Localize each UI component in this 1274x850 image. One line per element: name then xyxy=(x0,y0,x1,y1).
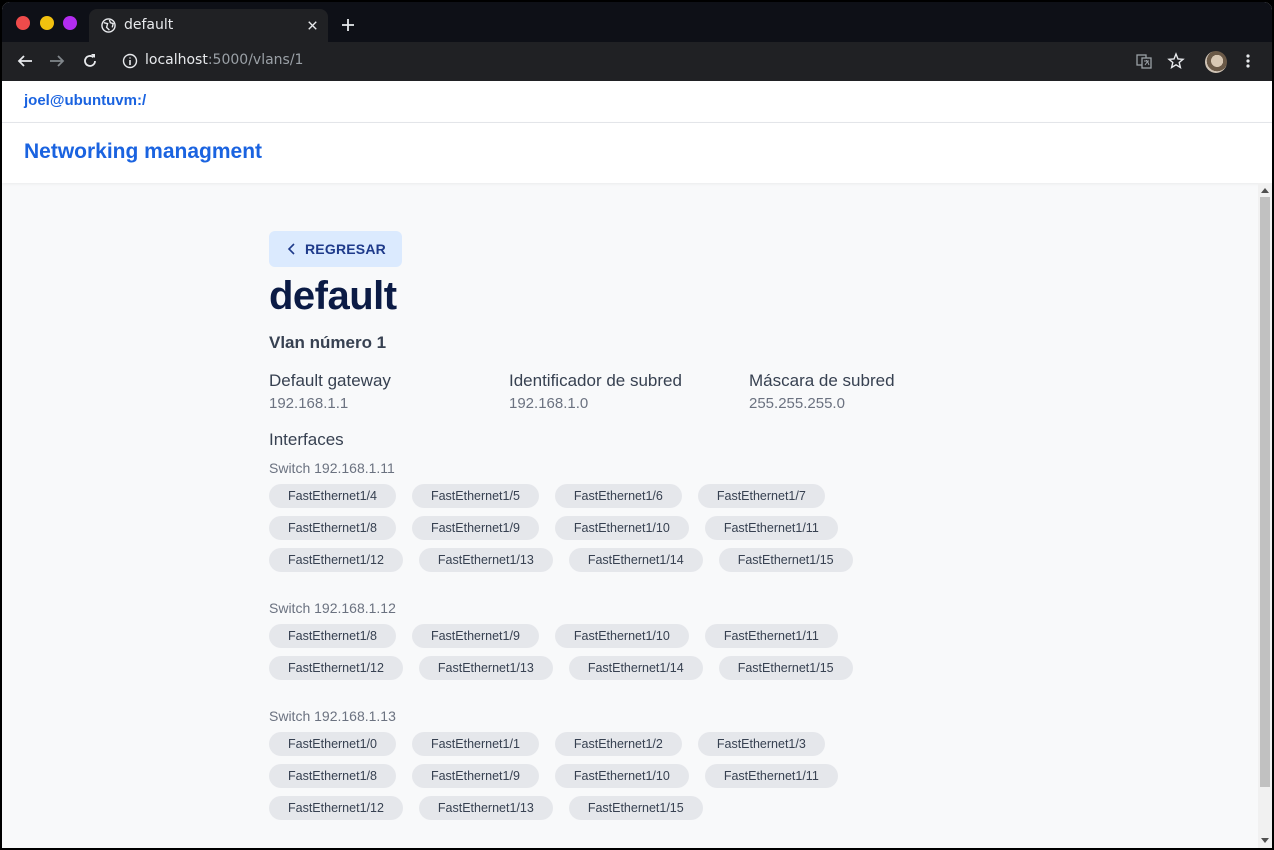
interface-chip-list: FastEthernet1/8 FastEthernet1/9 FastEthern… xyxy=(269,624,889,688)
close-window-button[interactable] xyxy=(16,16,30,30)
interface-chip[interactable]: FastEthernet1/12 xyxy=(269,548,403,572)
top-bar: joel@ubuntuvm:/ xyxy=(2,81,1272,123)
reload-icon[interactable] xyxy=(81,52,99,70)
back-button[interactable]: REGRESAR xyxy=(269,231,402,267)
page-scrollbar[interactable] xyxy=(1258,183,1272,848)
scroll-thumb[interactable] xyxy=(1260,197,1270,787)
interface-chip[interactable]: FastEthernet1/10 xyxy=(554,516,689,540)
interface-chip-list: FastEthernet1/4 FastEthernet1/5 FastEthern… xyxy=(269,484,889,580)
chevron-left-icon xyxy=(287,243,295,255)
back-arrow-icon[interactable] xyxy=(16,52,34,70)
app-header: Networking managment xyxy=(2,123,1272,183)
prop-value: 255.255.255.0 xyxy=(749,395,845,412)
interface-chip[interactable]: FastEthernet1/14 xyxy=(568,548,703,572)
interface-chip[interactable]: FastEthernet1/8 xyxy=(269,764,396,788)
interface-chip[interactable]: FastEthernet1/11 xyxy=(704,516,838,540)
page-title: default xyxy=(269,274,397,318)
switch-block: Switch 192.168.1.13 FastEthernet1/0 FastEt… xyxy=(269,708,989,828)
interface-chip[interactable]: FastEthernet1/12 xyxy=(269,796,403,820)
interface-chip[interactable]: FastEthernet1/11 xyxy=(704,764,838,788)
forward-arrow-icon[interactable] xyxy=(48,52,66,70)
page-viewport: joel@ubuntuvm:/ Networking managment REG… xyxy=(2,81,1272,848)
close-icon[interactable] xyxy=(305,18,320,33)
vlan-number: Vlan número 1 xyxy=(269,333,387,352)
back-button-label: REGRESAR xyxy=(305,241,386,257)
interface-chip[interactable]: FastEthernet1/9 xyxy=(411,516,539,540)
interface-chip[interactable]: FastEthernet1/0 xyxy=(269,732,396,756)
interface-chip[interactable]: FastEthernet1/1 xyxy=(411,732,539,756)
interface-chip[interactable]: FastEthernet1/11 xyxy=(704,624,838,648)
brand-title[interactable]: Networking managment xyxy=(24,140,262,164)
interface-chip[interactable]: FastEthernet1/10 xyxy=(554,624,689,648)
star-icon[interactable] xyxy=(1167,52,1185,70)
url-host: localhost xyxy=(145,52,208,68)
scroll-up-arrow[interactable] xyxy=(1261,188,1269,193)
switch-list: Switch 192.168.1.11 FastEthernet1/4 FastEt… xyxy=(269,460,989,828)
interface-chip[interactable]: FastEthernet1/15 xyxy=(568,796,703,820)
interface-chip[interactable]: FastEthernet1/9 xyxy=(411,624,539,648)
interface-chip[interactable]: FastEthernet1/8 xyxy=(269,516,396,540)
interface-chip[interactable]: FastEthernet1/13 xyxy=(418,796,553,820)
vlan-properties: Default gateway 192.168.1.1 Identificado… xyxy=(269,371,989,412)
vlan-detail: REGRESAR default Vlan número 1 Default g… xyxy=(269,231,989,828)
interface-chip[interactable]: FastEthernet1/14 xyxy=(568,656,703,680)
info-icon[interactable] xyxy=(122,53,138,69)
kebab-menu-icon[interactable] xyxy=(1239,52,1257,70)
interface-chip[interactable]: FastEthernet1/6 xyxy=(554,484,682,508)
interface-chip[interactable]: FastEthernet1/3 xyxy=(697,732,825,756)
prop-subnet-mask: Máscara de subred 255.255.255.0 xyxy=(749,371,989,412)
interface-chip[interactable]: FastEthernet1/15 xyxy=(718,656,853,680)
maximize-window-button[interactable] xyxy=(63,16,77,30)
switch-block: Switch 192.168.1.12 FastEthernet1/8 FastEt… xyxy=(269,600,989,688)
url-path: :5000/vlans/1 xyxy=(207,52,304,68)
interface-chip[interactable]: FastEthernet1/13 xyxy=(418,656,553,680)
switch-label: Switch 192.168.1.12 xyxy=(269,600,396,616)
prop-label: Identificador de subred xyxy=(509,371,682,390)
interface-chip[interactable]: FastEthernet1/13 xyxy=(418,548,553,572)
tab-title: default xyxy=(124,17,174,33)
browser-toolbar: localhost:5000/vlans/1 xyxy=(2,42,1272,81)
prop-value: 192.168.1.1 xyxy=(269,395,349,412)
translate-icon[interactable] xyxy=(1135,52,1153,70)
minimize-window-button[interactable] xyxy=(40,16,54,30)
interfaces-heading: Interfaces xyxy=(269,430,344,449)
prop-gateway: Default gateway 192.168.1.1 xyxy=(269,371,509,412)
interface-chip-list: FastEthernet1/0 FastEthernet1/1 FastEthern… xyxy=(269,732,889,828)
prop-label: Default gateway xyxy=(269,371,391,390)
prop-subnet-id: Identificador de subred 192.168.1.0 xyxy=(509,371,749,412)
globe-icon xyxy=(101,18,116,33)
profile-avatar[interactable] xyxy=(1205,51,1227,73)
interface-chip[interactable]: FastEthernet1/8 xyxy=(269,624,396,648)
interface-chip[interactable]: FastEthernet1/12 xyxy=(269,656,403,680)
address-bar[interactable]: localhost:5000/vlans/1 xyxy=(145,52,303,68)
browser-tab[interactable]: default xyxy=(89,9,328,42)
switch-label: Switch 192.168.1.13 xyxy=(269,708,396,724)
switch-label: Switch 192.168.1.11 xyxy=(269,460,395,476)
interface-chip[interactable]: FastEthernet1/2 xyxy=(554,732,682,756)
scroll-down-arrow[interactable] xyxy=(1261,838,1269,843)
switch-block: Switch 192.168.1.11 FastEthernet1/4 FastEt… xyxy=(269,460,989,580)
prop-label: Máscara de subred xyxy=(749,371,895,390)
prop-value: 192.168.1.0 xyxy=(509,395,589,412)
interface-chip[interactable]: FastEthernet1/5 xyxy=(411,484,539,508)
interface-chip[interactable]: FastEthernet1/4 xyxy=(269,484,396,508)
interface-chip[interactable]: FastEthernet1/15 xyxy=(718,548,853,572)
interface-chip[interactable]: FastEthernet1/9 xyxy=(411,764,539,788)
user-prompt-link[interactable]: joel@ubuntuvm:/ xyxy=(24,92,146,109)
plus-icon[interactable] xyxy=(340,17,356,33)
tab-bar: default xyxy=(2,2,1272,42)
interface-chip[interactable]: FastEthernet1/7 xyxy=(697,484,825,508)
interface-chip[interactable]: FastEthernet1/10 xyxy=(554,764,689,788)
browser-window: default localhost:5000/vlans/1 joel@ubun… xyxy=(2,2,1272,848)
